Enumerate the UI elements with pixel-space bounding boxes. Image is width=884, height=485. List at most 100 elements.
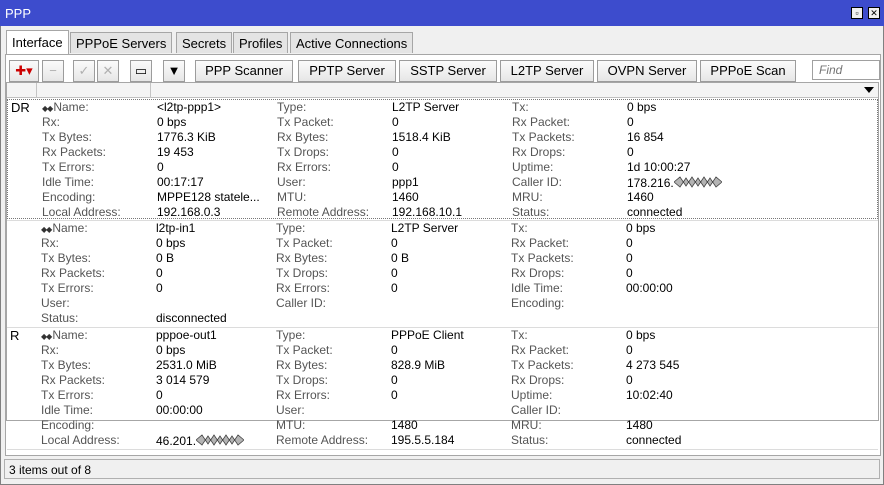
label-text: Name: xyxy=(52,221,88,235)
field-label: Rx Packet: xyxy=(511,236,569,250)
redacted-mark xyxy=(196,434,245,446)
field-value: L2TP Server xyxy=(391,221,458,235)
field-label: MTU: xyxy=(277,190,306,204)
field-label: Idle Time: xyxy=(42,175,94,189)
field-value: 1460 xyxy=(392,190,419,204)
tab-pppoe-servers[interactable]: PPPoE Servers xyxy=(70,32,173,53)
value-text: 0 B xyxy=(156,251,175,265)
pptp-server-button[interactable]: PPTP Server xyxy=(298,60,396,82)
label-text: Rx Errors: xyxy=(276,388,330,402)
label-text: Rx Bytes: xyxy=(276,251,328,265)
value-text: 00:17:17 xyxy=(157,175,204,189)
field-label: Tx Packets: xyxy=(511,358,574,372)
table-row[interactable]: ◆◆Name: l2tp-in1 Type: L2TP Server Tx: 0 bps R… xyxy=(7,221,878,326)
field-value: 1518.4 KiB xyxy=(392,130,451,144)
label-text: MRU: xyxy=(511,418,542,432)
value-text: 0 xyxy=(156,281,163,295)
field-value: 0 xyxy=(626,251,633,265)
label-text: Rx Packets: xyxy=(41,373,106,387)
field-value: 0 xyxy=(391,388,398,402)
field-label: Status: xyxy=(41,311,78,325)
label-text: Rx Packet: xyxy=(512,115,571,129)
field-value: 46.201. xyxy=(156,433,245,448)
label-text: Rx Bytes: xyxy=(276,358,328,372)
restore-icon[interactable]: ▫ xyxy=(851,7,863,19)
value-text: 1460 xyxy=(627,190,654,204)
field-label: Rx: xyxy=(42,115,60,129)
field-value: L2TP Server xyxy=(392,100,459,114)
enable-icon[interactable]: ✓ xyxy=(73,60,95,82)
tab-secrets[interactable]: Secrets xyxy=(176,32,233,53)
field-value: 00:00:00 xyxy=(156,403,203,417)
field-label: User: xyxy=(277,175,306,189)
field-label: ◆◆Name: xyxy=(41,328,88,342)
field-value: 3 014 579 xyxy=(156,373,209,387)
close-icon[interactable]: ✕ xyxy=(868,7,880,19)
label-text: Caller ID: xyxy=(512,175,563,189)
column-menu-icon[interactable] xyxy=(864,87,874,93)
sstp-server-button[interactable]: SSTP Server xyxy=(399,60,497,82)
value-text: 178.216. xyxy=(627,176,674,190)
field-value: 0 xyxy=(391,343,398,357)
field-value: 4 273 545 xyxy=(626,358,679,372)
find-input[interactable] xyxy=(812,60,880,80)
table-row[interactable]: DR ◆◆Name: <l2tp-ppp1> Type: L2TP Server Tx: 0… xyxy=(7,99,878,219)
field-label: Local Address: xyxy=(41,433,120,447)
field-label: Rx: xyxy=(41,236,59,250)
value-text: ppp1 xyxy=(392,175,419,189)
comment-icon[interactable]: ▭ xyxy=(130,60,152,82)
label-text: Tx Packet: xyxy=(276,236,333,250)
value-text: 1518.4 KiB xyxy=(392,130,451,144)
disable-icon[interactable]: ✕ xyxy=(97,60,119,82)
value-text: 0 xyxy=(392,160,399,174)
field-label: Tx Drops: xyxy=(276,373,328,387)
field-label: ◆◆Name: xyxy=(42,100,89,114)
field-label: Rx Errors: xyxy=(276,281,330,295)
field-value: 178.216. xyxy=(627,175,722,190)
add-button[interactable]: ✚▾ xyxy=(9,60,39,82)
label-text: Tx: xyxy=(511,328,528,342)
value-text: 0 xyxy=(627,145,634,159)
field-label: Tx Bytes: xyxy=(42,130,92,144)
ovpn-server-button[interactable]: OVPN Server xyxy=(597,60,697,82)
filter-icon[interactable]: ▼ xyxy=(163,60,185,82)
tab-interface[interactable]: Interface xyxy=(6,30,69,55)
value-text: 0 bps xyxy=(626,328,656,342)
pppoe-scan-button[interactable]: PPPoE Scan xyxy=(700,60,796,82)
value-text: disconnected xyxy=(156,311,227,325)
value-text: l2tp-in1 xyxy=(156,221,196,235)
status-bar: 3 items out of 8 xyxy=(4,459,880,479)
field-value: 2531.0 MiB xyxy=(156,358,217,372)
value-text: 0 xyxy=(391,373,398,387)
label-text: Tx: xyxy=(512,100,529,114)
tab-profiles[interactable]: Profiles xyxy=(233,32,289,53)
value-text: 1460 xyxy=(392,190,419,204)
title-bar: PPP ▫ ✕ xyxy=(0,0,884,26)
field-label: Uptime: xyxy=(512,160,553,174)
value-text: 0 bps xyxy=(156,236,186,250)
label-text: Rx Drops: xyxy=(511,266,565,280)
table-row[interactable]: R ◆◆Name: pppoe-out1 Type: PPPoE Client Tx: 0 … xyxy=(7,328,878,448)
ppp-scanner-button[interactable]: PPP Scanner xyxy=(195,60,293,82)
label-text: Caller ID: xyxy=(276,296,327,310)
field-value: 0 xyxy=(391,266,398,280)
row-flag: DR xyxy=(11,100,30,115)
label-text: Tx Packet: xyxy=(277,115,334,129)
label-text: Caller ID: xyxy=(511,403,562,417)
interface-list[interactable]: DR ◆◆Name: <l2tp-ppp1> Type: L2TP Server Tx: 0… xyxy=(6,82,879,450)
l2tp-server-button[interactable]: L2TP Server xyxy=(500,60,594,82)
field-value: 0 xyxy=(626,373,633,387)
label-text: Rx: xyxy=(42,115,60,129)
field-value: 195.5.5.184 xyxy=(391,433,454,447)
name-arrows-icon: ◆◆ xyxy=(41,225,52,234)
field-label: Type: xyxy=(277,100,306,114)
field-label: Type: xyxy=(276,221,305,235)
field-value: connected xyxy=(626,433,681,447)
tab-active-connections[interactable]: Active Connections xyxy=(290,32,414,53)
field-label: Status: xyxy=(512,205,549,219)
value-text: 0 xyxy=(626,266,633,280)
label-text: Uptime: xyxy=(512,160,554,174)
remove-icon[interactable]: − xyxy=(42,60,64,82)
field-label: Tx Packet: xyxy=(276,343,333,357)
value-text: 1480 xyxy=(626,418,653,432)
